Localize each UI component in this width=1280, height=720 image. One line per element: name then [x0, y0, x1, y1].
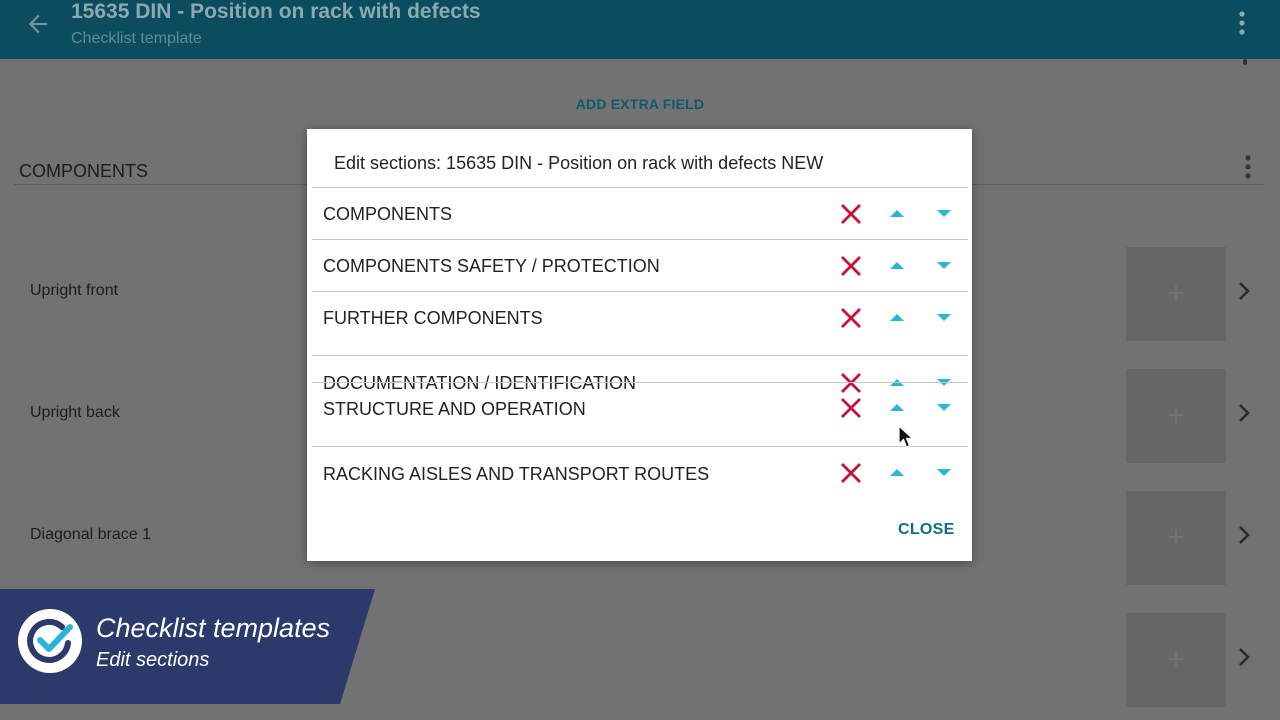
move-down-icon[interactable] [936, 209, 952, 219]
overflow-dot-icon [1243, 59, 1247, 65]
add-photo-button[interactable]: + [1126, 613, 1226, 707]
caption-title: Checklist templates [96, 613, 331, 643]
section-item-label: FURTHER COMPONENTS [323, 308, 543, 328]
page-subtitle: Checklist template [71, 30, 202, 47]
tutorial-caption: Checklist templates Edit sections [0, 589, 375, 704]
add-photo-button[interactable]: + [1126, 491, 1226, 585]
caption-subtitle: Edit sections [96, 649, 210, 671]
dialog-divider [312, 382, 968, 383]
checklist-row-label: Upright front [30, 282, 119, 299]
arrow-left-icon[interactable] [24, 10, 52, 38]
checklist-row-label: Diagonal brace 1 [30, 526, 151, 543]
chevron-right-icon[interactable] [1236, 524, 1252, 546]
move-down-icon[interactable] [936, 261, 952, 271]
delete-section-icon[interactable] [840, 203, 862, 225]
move-up-icon[interactable] [889, 260, 905, 270]
more-vertical-icon[interactable] [1232, 10, 1252, 36]
section-item-label: DOCUMENTATION / IDENTIFICATION [323, 373, 636, 393]
delete-section-icon[interactable] [840, 307, 862, 329]
chevron-right-icon[interactable] [1236, 280, 1252, 302]
move-up-icon[interactable] [889, 312, 905, 322]
section-menu-icon[interactable] [1240, 154, 1256, 180]
plus-icon: + [1167, 643, 1185, 676]
chevron-right-icon[interactable] [1236, 402, 1252, 424]
move-up-icon[interactable] [889, 467, 905, 477]
dialog-divider [312, 187, 968, 188]
edit-sections-dialog: Edit sections: 15635 DIN - Position on r… [307, 129, 972, 561]
checklist-row-label: Upright back [30, 404, 120, 421]
plus-icon: + [1167, 399, 1185, 432]
move-up-icon[interactable] [889, 208, 905, 218]
section-item-label: RACKING AISLES AND TRANSPORT ROUTES [323, 464, 710, 484]
plus-icon: + [1167, 521, 1185, 554]
move-down-icon[interactable] [936, 378, 952, 388]
dialog-divider [312, 291, 968, 292]
add-photo-button[interactable]: + [1126, 369, 1226, 463]
section-title: COMPONENTS [19, 161, 149, 181]
move-down-icon[interactable] [936, 403, 952, 413]
app-bar: 15635 DIN - Position on rack with defect… [0, 0, 1280, 59]
plus-icon: + [1167, 277, 1185, 310]
mouse-cursor-icon [898, 425, 914, 448]
check-circle-icon [18, 609, 82, 673]
delete-section-icon[interactable] [840, 372, 862, 394]
page-title: 15635 DIN - Position on rack with defect… [71, 0, 481, 23]
move-up-icon[interactable] [889, 402, 905, 412]
chevron-right-icon[interactable] [1236, 646, 1252, 668]
delete-section-icon[interactable] [840, 255, 862, 277]
section-item-label: STRUCTURE AND OPERATION [323, 399, 586, 419]
dialog-title: Edit sections: 15635 DIN - Position on r… [334, 153, 824, 173]
delete-section-icon[interactable] [840, 462, 862, 484]
dialog-divider [312, 446, 968, 447]
section-item-label: COMPONENTS SAFETY / PROTECTION [323, 256, 660, 276]
close-button[interactable]: CLOSE [898, 521, 955, 539]
section-item-label: COMPONENTS [323, 204, 453, 224]
add-extra-field-button[interactable]: ADD EXTRA FIELD [0, 96, 1280, 112]
dialog-divider [312, 239, 968, 240]
add-photo-button[interactable]: + [1126, 247, 1226, 341]
delete-section-icon[interactable] [840, 397, 862, 419]
dialog-divider [312, 355, 968, 356]
move-down-icon[interactable] [936, 313, 952, 323]
move-down-icon[interactable] [936, 468, 952, 478]
